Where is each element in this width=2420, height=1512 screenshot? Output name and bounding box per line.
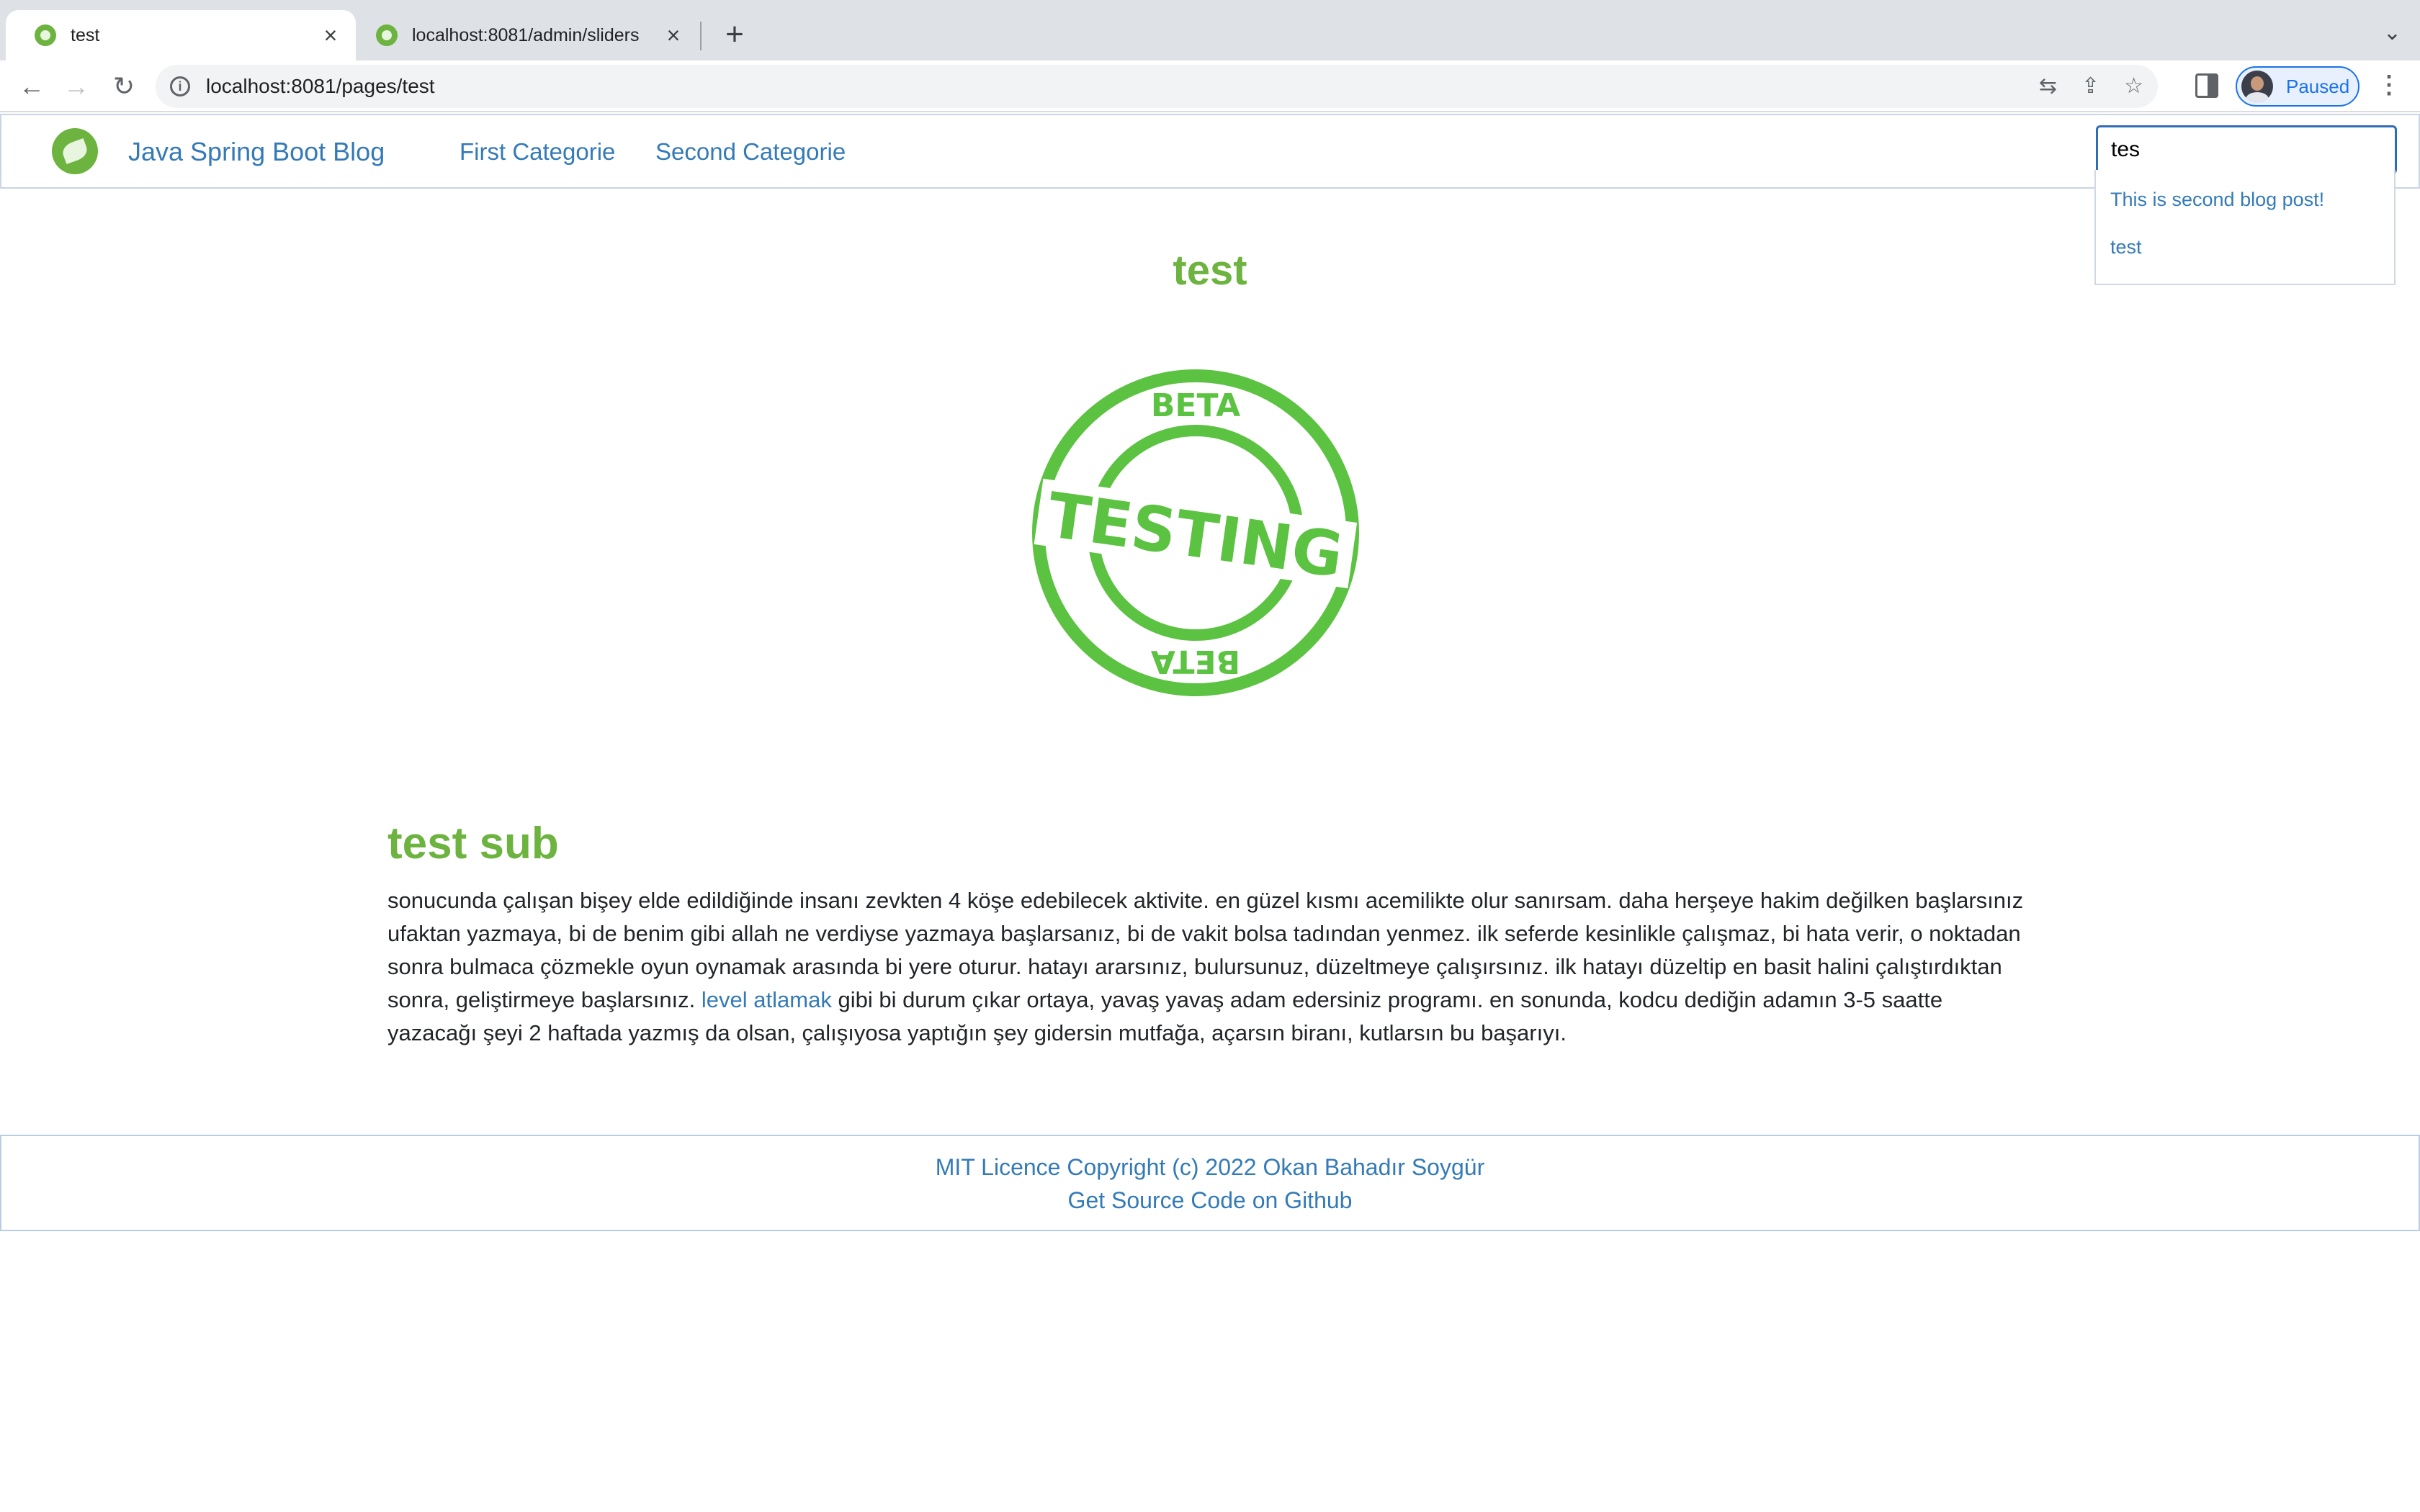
- reload-icon[interactable]: ↻: [107, 69, 141, 104]
- nav-link-first-categorie[interactable]: First Categorie: [460, 138, 615, 166]
- tab-title: localhost:8081/admin/sliders: [412, 24, 640, 45]
- spring-logo-icon[interactable]: [52, 128, 98, 174]
- forward-arrow-icon[interactable]: →: [59, 69, 94, 104]
- site-footer: MIT Licence Copyright (c) 2022 Okan Baha…: [0, 1135, 2420, 1231]
- inline-link[interactable]: level atlamak: [702, 987, 832, 1012]
- translate-icon[interactable]: ⇆: [2039, 73, 2057, 99]
- browser-tab-active[interactable]: test ×: [6, 10, 356, 60]
- bookmark-star-icon[interactable]: ☆: [2124, 73, 2143, 99]
- close-tab-icon[interactable]: ×: [318, 22, 343, 48]
- address-bar[interactable]: i localhost:8081/pages/test ⇆ ⇪ ☆: [156, 65, 2158, 108]
- search-input[interactable]: [2096, 125, 2397, 174]
- stamp-bottom-text: BETA: [1151, 643, 1240, 680]
- section-title: test sub: [387, 819, 559, 868]
- browser-menu-icon[interactable]: ⋮: [2377, 71, 2401, 99]
- spring-favicon-icon: [35, 24, 56, 46]
- suggestion-item[interactable]: This is second blog post!: [2096, 176, 2394, 223]
- brand-link[interactable]: Java Spring Boot Blog: [128, 137, 385, 167]
- share-icon[interactable]: ⇪: [2081, 73, 2099, 99]
- testing-stamp-image: BETA TESTING BETA: [1032, 369, 1359, 696]
- stamp-center-text: TESTING: [1043, 480, 1347, 592]
- avatar: [2241, 71, 2273, 102]
- address-url: localhost:8081/pages/test: [206, 75, 435, 97]
- back-arrow-icon[interactable]: ←: [14, 69, 49, 104]
- page-title: test: [1173, 247, 1247, 294]
- new-tab-icon[interactable]: +: [717, 17, 752, 52]
- article-paragraph: sonucunda çalışan bişey elde edildiğinde…: [387, 884, 2033, 1050]
- browser-tabstrip: test × localhost:8081/admin/sliders × + …: [0, 0, 2420, 60]
- stamp-top-text: BETA: [1151, 387, 1240, 424]
- profile-button[interactable]: Paused: [2236, 66, 2360, 107]
- tab-search-chevron-icon[interactable]: ⌄: [2383, 20, 2401, 45]
- side-panel-icon[interactable]: [2195, 73, 2218, 98]
- spring-favicon-icon: [376, 24, 398, 46]
- tab-separator: [700, 22, 702, 50]
- site-navbar: Java Spring Boot Blog First Categorie Se…: [0, 114, 2420, 189]
- profile-status: Paused: [2286, 75, 2350, 97]
- close-tab-icon[interactable]: ×: [661, 22, 686, 48]
- nav-link-second-categorie[interactable]: Second Categorie: [655, 138, 846, 166]
- copyright-link[interactable]: MIT Licence Copyright (c) 2022 Okan Baha…: [1, 1151, 2419, 1184]
- browser-toolbar: ← → ↻ i localhost:8081/pages/test ⇆ ⇪ ☆ …: [0, 60, 2420, 112]
- github-source-link[interactable]: Get Source Code on Github: [1, 1184, 2419, 1217]
- browser-tab[interactable]: localhost:8081/admin/sliders ×: [356, 10, 699, 60]
- site-info-icon[interactable]: i: [170, 76, 190, 96]
- tab-title: test: [71, 24, 100, 45]
